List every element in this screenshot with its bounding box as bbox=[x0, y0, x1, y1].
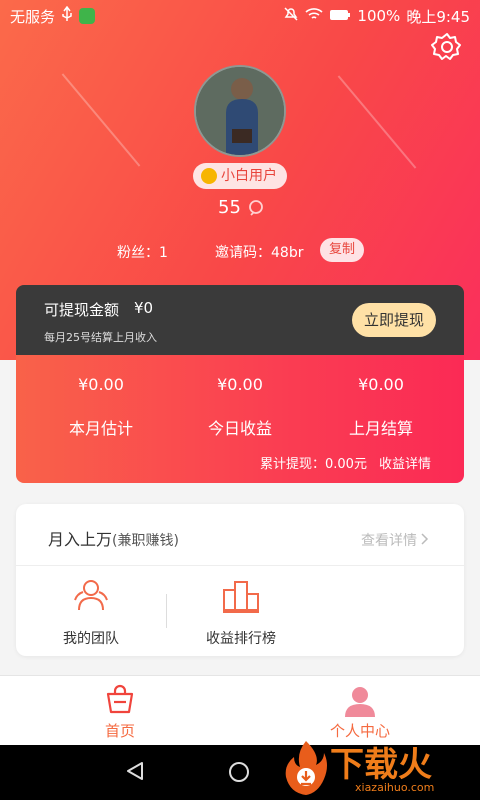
decor-line bbox=[337, 75, 417, 169]
panel-title-text: 月入上万 bbox=[48, 530, 113, 549]
income-value: ¥0.00 bbox=[78, 375, 124, 394]
panel-title: 月入上万(兼职赚钱) bbox=[48, 526, 179, 550]
view-details-text: 查看详情 bbox=[361, 533, 417, 549]
watermark-url: xiazaihuo.com bbox=[355, 781, 435, 794]
chevron-right-icon bbox=[421, 533, 429, 545]
screen: 无服务 100% 晚上9:45 小白用户 55 粉丝：1 邀请码：48br 复制… bbox=[0, 0, 480, 800]
panel-subtitle: (兼职赚钱) bbox=[112, 533, 179, 549]
settlement-note: 每月25号结算上月收入 bbox=[44, 331, 157, 344]
ranking-icon bbox=[223, 581, 259, 613]
user-level-badge: 小白用户 bbox=[193, 163, 287, 189]
score: 55 bbox=[218, 197, 265, 218]
income-card: ¥0.00 本月估计 ¥0.00 今日收益 ¥0.00 上月结算 累计提现：0.… bbox=[16, 355, 464, 483]
withdraw-card: 可提现金额 ¥0 每月25号结算上月收入 立即提现 bbox=[16, 285, 464, 355]
withdrawable-amount: ¥0 bbox=[134, 299, 154, 317]
leaf-icon bbox=[79, 8, 96, 24]
mute-icon bbox=[283, 6, 299, 26]
withdrawable-label: 可提现金额 bbox=[44, 301, 120, 319]
team-icon bbox=[74, 580, 108, 611]
battery-icon bbox=[329, 7, 351, 25]
star-icon bbox=[201, 168, 217, 184]
score-value: 55 bbox=[218, 197, 241, 218]
chat-icon bbox=[249, 199, 263, 216]
home-icon[interactable] bbox=[229, 762, 249, 782]
clock: 晚上9:45 bbox=[406, 7, 470, 26]
status-bar: 无服务 100% 晚上9:45 bbox=[0, 0, 480, 32]
usb-icon bbox=[61, 5, 73, 26]
income-value: ¥0.00 bbox=[217, 375, 263, 394]
my-team-label: 我的团队 bbox=[63, 631, 119, 647]
gear-icon bbox=[431, 33, 461, 60]
total-withdrawn: 累计提现：0.00元 bbox=[260, 457, 367, 472]
income-label: 本月估计 bbox=[68, 419, 133, 438]
flame-logo bbox=[285, 741, 327, 795]
user-level-text: 小白用户 bbox=[221, 168, 277, 184]
battery-percent: 100% bbox=[357, 7, 401, 25]
invite-code: 邀请码：48br bbox=[215, 245, 304, 261]
watermark: 下载火 xiazaihuo.com bbox=[280, 735, 480, 800]
person-icon bbox=[345, 687, 375, 717]
panel-header: 月入上万(兼职赚钱) 查看详情 bbox=[16, 504, 464, 566]
earn-panel: 月入上万(兼职赚钱) 查看详情 我的团队 收益排行榜 bbox=[16, 504, 464, 656]
fans-count: 粉丝：1 bbox=[117, 245, 168, 261]
wifi-icon bbox=[305, 7, 323, 25]
income-detail-link[interactable]: 收益详情 bbox=[379, 453, 431, 472]
income-value: ¥0.00 bbox=[358, 375, 404, 394]
income-label: 上月结算 bbox=[348, 419, 413, 438]
cart-icon bbox=[106, 684, 134, 714]
ranking-label: 收益排行榜 bbox=[206, 631, 276, 647]
view-details-link[interactable]: 查看详情 bbox=[361, 530, 429, 550]
watermark-text: 下载火 bbox=[330, 745, 432, 785]
decor-line bbox=[61, 73, 141, 167]
tab-home-label: 首页 bbox=[104, 722, 135, 740]
income-label: 今日收益 bbox=[207, 419, 272, 438]
copy-button[interactable]: 复制 bbox=[320, 238, 364, 262]
divider bbox=[166, 594, 167, 628]
carrier-text: 无服务 bbox=[10, 7, 56, 26]
avatar[interactable] bbox=[194, 65, 286, 157]
withdraw-button[interactable]: 立即提现 bbox=[352, 303, 436, 337]
back-icon[interactable] bbox=[124, 760, 146, 782]
settings-button[interactable] bbox=[431, 31, 463, 63]
